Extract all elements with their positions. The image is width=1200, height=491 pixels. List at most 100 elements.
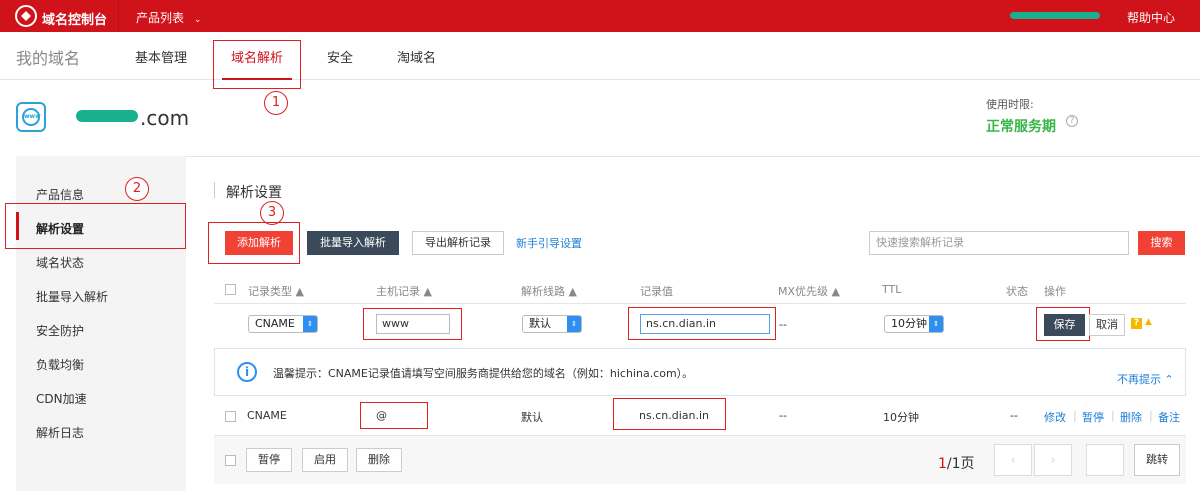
sidebar-item-cdn[interactable]: CDN加速 <box>36 390 87 407</box>
table-footer: 暂停 启用 删除 1/1页 ‹ › 跳转 <box>214 436 1186 484</box>
header-actions: 操作 <box>1044 285 1066 298</box>
record-type-value: CNAME <box>255 317 295 330</box>
row-status: -- <box>1010 409 1018 422</box>
user-account-masked[interactable] <box>1010 12 1100 19</box>
pause-link[interactable]: 暂停 <box>1082 409 1104 425</box>
warning-icon: ▲ <box>1145 317 1152 327</box>
nav-security[interactable]: 安全 <box>327 47 353 66</box>
question-icon[interactable]: ? <box>1066 115 1078 127</box>
sidebar-item-dns-log[interactable]: 解析日志 <box>36 424 84 441</box>
select-arrow-icon: ⇕ <box>929 316 943 332</box>
header-status: 状态 <box>1006 285 1028 298</box>
ttl-select[interactable]: 10分钟 ⇕ <box>884 315 944 333</box>
edit-link[interactable]: 修改 <box>1044 409 1066 425</box>
chevron-down-icon: ⌄ <box>193 15 202 25</box>
domain-suffix: .com <box>140 106 190 130</box>
table-header: 记录类型 ▲ 主机记录 ▲ 解析线路 ▲ 记录值 MX优先级 ▲ TTL 状态 … <box>214 276 1186 304</box>
product-list-label: 产品列表 <box>136 11 185 25</box>
nav-taobao-domain[interactable]: 淘域名 <box>397 47 436 66</box>
sidebar-item-domain-status[interactable]: 域名状态 <box>36 254 84 271</box>
page-total: /1页 <box>946 456 975 472</box>
batch-import-button[interactable]: 批量导入解析 <box>307 231 399 255</box>
next-page-button[interactable]: › <box>1034 444 1072 476</box>
www-icon: www <box>16 102 46 132</box>
op-separator: | <box>1149 409 1153 422</box>
section-marker <box>214 182 215 198</box>
page-number-input[interactable] <box>1086 444 1124 476</box>
select-arrow-icon: ⇕ <box>567 316 581 332</box>
page-current: 1 <box>938 456 947 472</box>
cancel-button[interactable]: 取消 <box>1089 314 1125 336</box>
mx-value: -- <box>779 318 787 331</box>
row-mx: -- <box>779 409 787 422</box>
header-value: 记录值 <box>640 285 673 298</box>
annotation-circle-1: 1 <box>264 91 288 115</box>
sidebar-item-load-balance[interactable]: 负载均衡 <box>36 356 84 373</box>
dismiss-tip-link[interactable]: 不再提示 ⌃ <box>1117 371 1174 387</box>
usage-status: 正常服务期 <box>986 119 1056 135</box>
add-record-button[interactable]: 添加解析 <box>225 231 293 255</box>
batch-enable-button[interactable]: 启用 <box>302 448 348 472</box>
note-link[interactable]: 备注 <box>1158 409 1180 425</box>
jump-button[interactable]: 跳转 <box>1134 444 1180 476</box>
sidebar-item-product-info[interactable]: 产品信息 <box>36 186 84 203</box>
nav-basic-management[interactable]: 基本管理 <box>135 47 187 66</box>
chevron-right-icon: › <box>1050 453 1056 467</box>
logo-icon <box>15 5 37 27</box>
divider <box>118 0 119 32</box>
annotation-box-row-value <box>613 398 726 430</box>
header-host[interactable]: 主机记录 ▲ <box>376 283 432 299</box>
annotation-box-sidebar <box>5 203 186 249</box>
delete-link[interactable]: 删除 <box>1120 409 1142 425</box>
globe-icon: www <box>22 108 41 126</box>
row-ttl: 10分钟 <box>883 411 919 424</box>
top-bar: 域名控制台 产品列表 ⌄ 帮助中心 <box>0 0 1200 32</box>
brand-title[interactable]: 域名控制台 <box>42 9 107 28</box>
record-type-select[interactable]: CNAME ⇕ <box>248 315 318 333</box>
annotation-box-host <box>363 308 462 340</box>
section-title: 解析设置 <box>226 185 282 201</box>
chevron-left-icon: ‹ <box>1010 453 1016 467</box>
header-ttl: TTL <box>882 283 902 296</box>
guide-settings-link[interactable]: 新手引导设置 <box>516 235 582 251</box>
ttl-value: 10分钟 <box>891 317 927 330</box>
select-all-checkbox[interactable] <box>225 284 236 295</box>
annotation-box-nav <box>213 40 301 89</box>
footer-select-all-checkbox[interactable] <box>225 455 236 466</box>
header-mx[interactable]: MX优先级 ▲ <box>778 283 840 299</box>
domain-name-masked <box>76 110 138 122</box>
tip-box: i 温馨提示：CNAME记录值请填写空间服务商提供给您的域名（例如：hichin… <box>214 348 1186 396</box>
content-divider <box>186 156 1200 157</box>
pagination-text: 1/1页 <box>938 453 975 473</box>
annotation-box-value <box>628 307 776 340</box>
select-arrow-icon: ⇕ <box>303 316 317 332</box>
header-record-type[interactable]: 记录类型 ▲ <box>248 283 304 299</box>
search-input[interactable]: 快速搜索解析记录 <box>869 231 1129 255</box>
annotation-box-row-host <box>360 402 428 429</box>
row-line: 默认 <box>521 411 543 424</box>
usage-label: 使用时限: <box>986 98 1034 111</box>
annotation-box-save <box>1036 307 1090 341</box>
search-button[interactable]: 搜索 <box>1138 231 1185 255</box>
annotation-circle-2: 2 <box>125 177 149 201</box>
op-separator: | <box>1073 409 1077 422</box>
sidebar-item-security[interactable]: 安全防护 <box>36 322 84 339</box>
line-value: 默认 <box>529 317 551 330</box>
prev-page-button[interactable]: ‹ <box>994 444 1032 476</box>
tip-text: 温馨提示：CNAME记录值请填写空间服务商提供给您的域名（例如：hichina.… <box>273 367 694 380</box>
batch-pause-button[interactable]: 暂停 <box>246 448 292 472</box>
help-center-link[interactable]: 帮助中心 <box>1127 9 1175 26</box>
op-separator: | <box>1111 409 1115 422</box>
header-line[interactable]: 解析线路 ▲ <box>521 283 577 299</box>
info-icon: i <box>237 362 257 382</box>
batch-delete-button[interactable]: 删除 <box>356 448 402 472</box>
product-list-menu[interactable]: 产品列表 ⌄ <box>136 9 201 26</box>
nav-my-domains[interactable]: 我的域名 <box>16 45 80 69</box>
export-records-button[interactable]: 导出解析记录 <box>412 231 504 255</box>
main-nav: 我的域名 基本管理 域名解析 安全 淘域名 <box>0 32 1200 80</box>
line-select[interactable]: 默认 ⇕ <box>522 315 582 333</box>
sidebar-item-batch-import[interactable]: 批量导入解析 <box>36 288 108 305</box>
help-icon[interactable]: ? <box>1131 318 1142 329</box>
row-checkbox[interactable] <box>225 411 236 422</box>
row-type: CNAME <box>247 409 287 422</box>
